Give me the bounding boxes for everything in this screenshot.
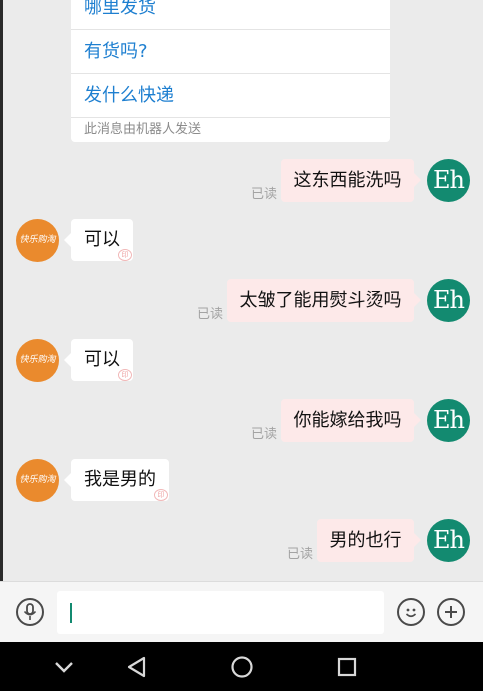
- read-receipt: 已读: [287, 547, 314, 562]
- incoming-message-text: 我是男的: [84, 469, 156, 490]
- back-button[interactable]: [113, 642, 161, 691]
- seal-stamp-icon: 印: [118, 369, 132, 381]
- user-avatar[interactable]: Eh: [427, 519, 470, 562]
- message-input[interactable]: [57, 591, 384, 634]
- more-button[interactable]: [437, 598, 465, 626]
- seal-stamp-icon: 印: [118, 249, 132, 261]
- shop-avatar[interactable]: 快乐购淘: [16, 459, 59, 502]
- chat-message-list[interactable]: 哪里发货 有货吗? 发什么快递 此消息由机器人发送 已读 这东西能洗吗 Eh 快…: [0, 0, 483, 581]
- smiley-icon: [405, 608, 417, 618]
- bot-option-shipping-origin[interactable]: 哪里发货: [71, 0, 390, 30]
- incoming-message[interactable]: 可以 印: [64, 339, 133, 381]
- seal-stamp-icon: 印: [154, 489, 168, 501]
- bot-menu-card: 哪里发货 有货吗? 发什么快递 此消息由机器人发送: [71, 0, 390, 142]
- incoming-message-text: 可以: [84, 229, 120, 250]
- shop-avatar[interactable]: 快乐购淘: [16, 219, 59, 262]
- user-avatar[interactable]: Eh: [427, 159, 470, 202]
- recents-square-icon: [337, 657, 357, 676]
- incoming-message[interactable]: 我是男的 印: [64, 459, 169, 501]
- read-receipt: 已读: [251, 187, 278, 202]
- bot-footnote: 此消息由机器人发送: [84, 122, 202, 137]
- read-receipt: 已读: [197, 307, 224, 322]
- outgoing-message[interactable]: 男的也行: [317, 519, 421, 562]
- outgoing-message[interactable]: 这东西能洗吗: [281, 159, 421, 202]
- incoming-message[interactable]: 可以 印: [64, 219, 133, 261]
- system-nav-bar: [0, 642, 483, 691]
- read-receipt: 已读: [251, 427, 278, 442]
- outgoing-message[interactable]: 你能嫁给我吗: [281, 399, 421, 442]
- incoming-message-text: 可以: [84, 349, 120, 370]
- emoji-button[interactable]: [397, 598, 425, 626]
- plus-icon: [445, 606, 457, 618]
- user-avatar[interactable]: Eh: [427, 399, 470, 442]
- recents-button[interactable]: [323, 642, 371, 691]
- user-avatar[interactable]: Eh: [427, 279, 470, 322]
- home-circle-icon: [231, 655, 253, 678]
- shop-avatar[interactable]: 快乐购淘: [16, 339, 59, 382]
- outgoing-message[interactable]: 太皱了能用熨斗烫吗: [227, 279, 421, 322]
- text-caret: [70, 603, 72, 623]
- voice-button[interactable]: [16, 598, 44, 626]
- microphone-icon: [23, 603, 37, 620]
- chevron-down-icon: [55, 661, 73, 673]
- hide-keyboard-button[interactable]: [40, 642, 88, 691]
- back-triangle-icon: [127, 656, 146, 677]
- bot-option-in-stock[interactable]: 有货吗?: [71, 30, 390, 74]
- home-button[interactable]: [218, 642, 266, 691]
- message-input-bar: [0, 581, 483, 642]
- edge-divider: [0, 0, 3, 641]
- bot-option-courier[interactable]: 发什么快递: [71, 74, 390, 118]
